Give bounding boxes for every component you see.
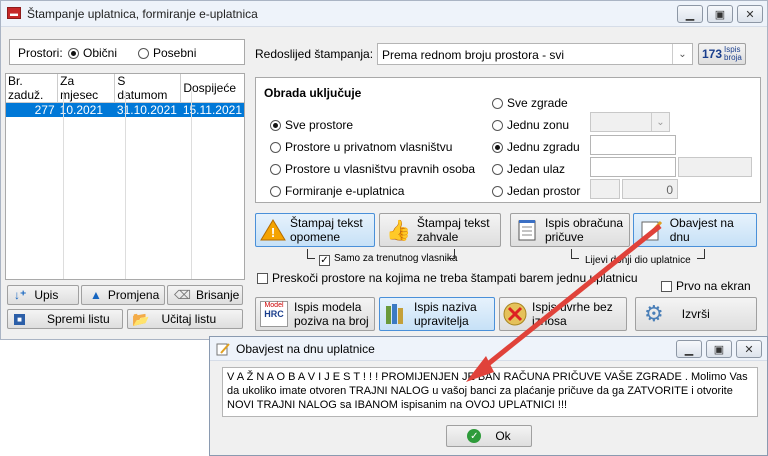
- annotation-arrow: [466, 224, 662, 382]
- arrow-shaft: [476, 224, 662, 374]
